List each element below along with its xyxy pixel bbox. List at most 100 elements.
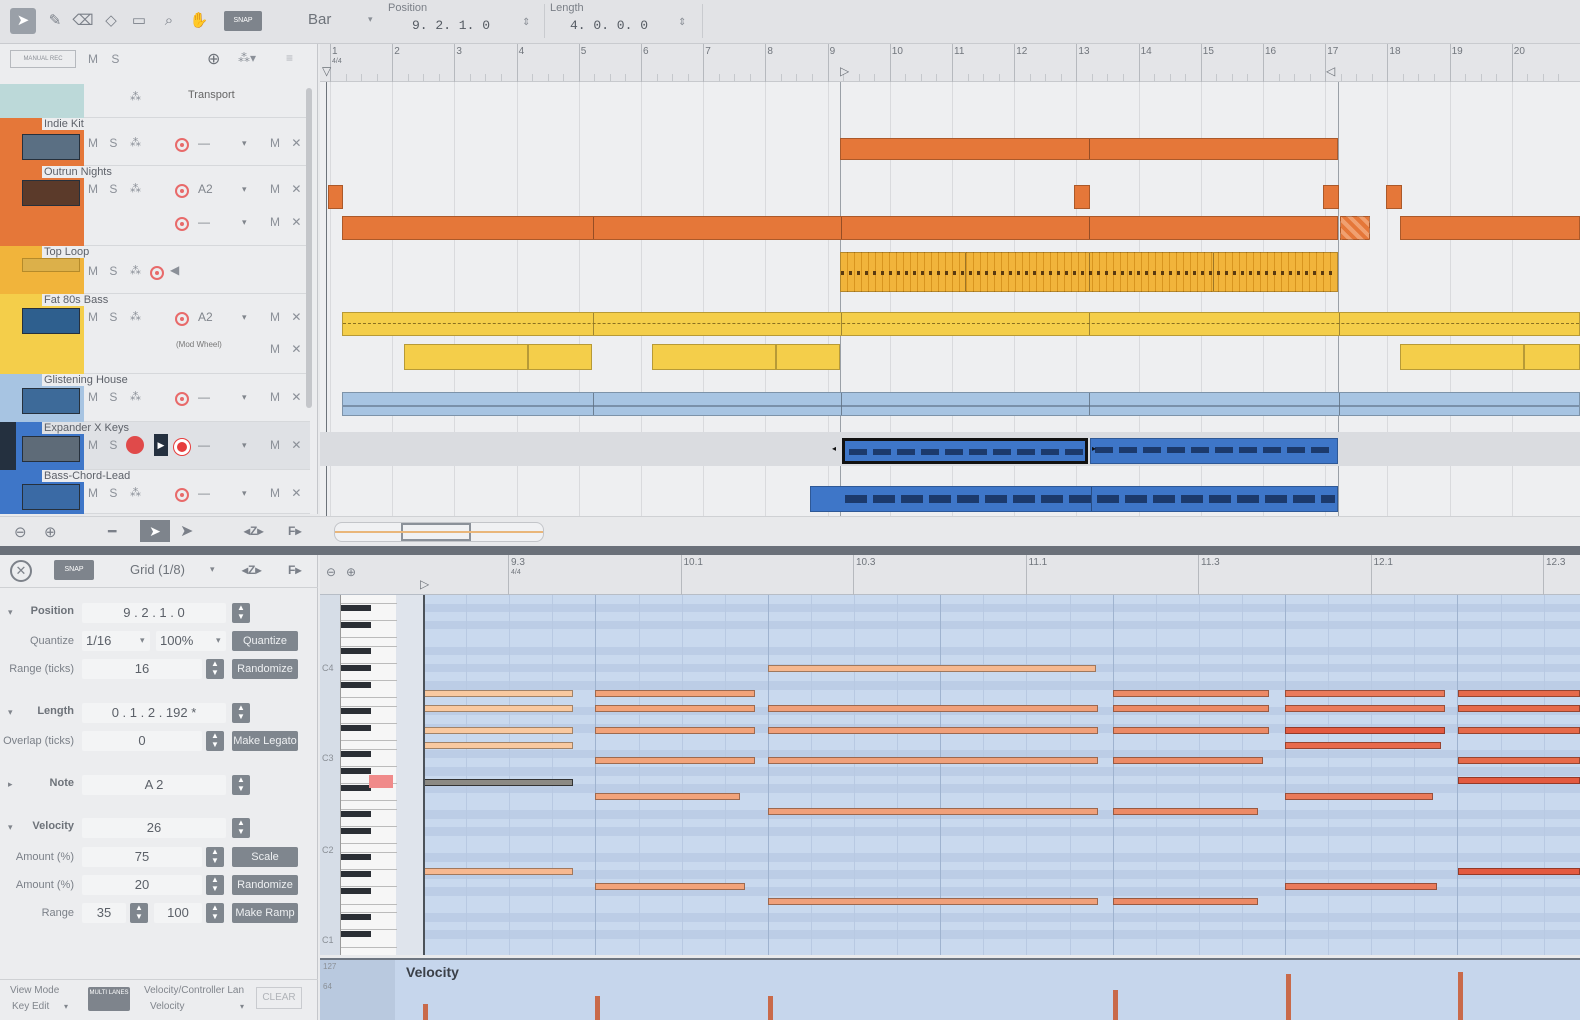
note-field[interactable]: A 2 <box>82 775 226 795</box>
close-editor-icon[interactable]: ✕ <box>10 560 32 582</box>
midi-note[interactable] <box>423 727 573 734</box>
collapse-icon[interactable]: ▾ <box>8 822 13 833</box>
white-key[interactable] <box>341 948 397 955</box>
zoom-out-icon[interactable]: ⊖ <box>14 523 27 541</box>
track-height-medium-icon[interactable]: ➤ <box>140 520 170 542</box>
record-arm-icon[interactable] <box>175 184 189 198</box>
black-key[interactable] <box>341 914 371 921</box>
midi-note[interactable] <box>768 705 1098 712</box>
loop-end-icon[interactable]: ◁ <box>1326 64 1335 78</box>
velocity-stepper[interactable]: ▲ ▼ <box>232 818 250 838</box>
panel-divider[interactable] <box>0 546 1580 555</box>
black-key[interactable] <box>341 621 371 628</box>
white-key[interactable] <box>341 905 397 914</box>
piano-roll[interactable]: 9.3 10.1 10.3 11.1 11.3 12.1 12.3 4/4 ⊖ ⊕ ▷ C4 … <box>320 555 1580 955</box>
chevron-down-icon[interactable]: ▾ <box>368 14 373 25</box>
midi-note[interactable] <box>768 665 1096 672</box>
mute-close[interactable]: M ✕ <box>270 310 305 324</box>
clip-top-loop[interactable] <box>840 252 1338 292</box>
white-key[interactable] <box>341 741 397 750</box>
amount-random-field[interactable]: 20 <box>82 875 202 895</box>
collapse-icon[interactable]: ▾ <box>8 607 13 618</box>
clip-mod-wheel[interactable] <box>652 344 776 370</box>
clip-expander-selected[interactable] <box>842 438 1088 464</box>
chevron-down-icon[interactable]: ▾ <box>242 138 247 149</box>
amount-scale-stepper[interactable]: ▲ ▼ <box>206 847 224 867</box>
input-select[interactable]: — <box>198 438 210 452</box>
velocity-bar[interactable] <box>423 1004 428 1020</box>
record-arm-icon[interactable] <box>150 266 164 280</box>
white-key[interactable] <box>341 595 397 604</box>
chevron-down-icon[interactable]: ▾ <box>216 635 221 646</box>
piano-ruler[interactable]: 9.3 10.1 10.3 11.1 11.3 12.1 12.3 4/4 <box>320 555 1580 595</box>
zoom-fit-icon[interactable]: ◂Z▸ <box>244 524 263 538</box>
automation-icon[interactable]: ⁂ <box>130 390 141 403</box>
midi-note[interactable] <box>768 757 1098 764</box>
input-select[interactable]: A2 <box>198 310 213 324</box>
chevron-down-icon[interactable]: ▾ <box>242 488 247 499</box>
midi-note[interactable] <box>1113 727 1269 734</box>
record-arm-icon[interactable] <box>174 439 190 455</box>
midi-note[interactable] <box>1458 690 1580 697</box>
black-key[interactable] <box>341 871 371 878</box>
midi-note[interactable] <box>1458 868 1580 875</box>
automation-icon[interactable]: ⁂ <box>130 182 141 195</box>
mute-close[interactable]: M ✕ <box>270 182 305 196</box>
black-key[interactable] <box>341 931 371 938</box>
track-height-large-icon[interactable]: ➤ <box>180 521 193 541</box>
chevron-down-icon[interactable]: ▾ <box>140 635 145 646</box>
midi-note[interactable] <box>768 898 1098 905</box>
midi-note[interactable] <box>1113 808 1258 815</box>
mute-solo[interactable]: M S <box>88 438 121 452</box>
track-scrollbar[interactable] <box>306 88 312 408</box>
midi-note[interactable] <box>595 883 745 890</box>
add-track-icon[interactable]: ⊕ <box>207 49 220 69</box>
chevron-down-icon[interactable]: ▾ <box>64 1002 68 1011</box>
midi-note[interactable] <box>595 690 755 697</box>
input-select[interactable]: — <box>198 390 210 404</box>
play-icon[interactable]: ▶ <box>154 434 168 456</box>
midi-note[interactable] <box>595 793 740 800</box>
white-key[interactable] <box>341 612 397 621</box>
black-key[interactable] <box>341 750 371 757</box>
black-key[interactable] <box>341 647 371 654</box>
view-mode-select[interactable]: Key Edit <box>12 1001 49 1012</box>
range-max-field[interactable]: 100 <box>154 903 202 923</box>
white-key[interactable] <box>341 879 397 888</box>
selected-midi-note[interactable] <box>423 779 573 786</box>
velocity-bar[interactable] <box>1286 974 1291 1020</box>
arrow-icon[interactable]: ➤ <box>10 8 36 34</box>
clip-outrun-fade[interactable] <box>1340 216 1370 240</box>
position-stepper[interactable]: ▲ ▼ <box>232 603 250 623</box>
range-max-stepper[interactable]: ▲ ▼ <box>206 903 224 923</box>
chevron-down-icon[interactable]: ▾ <box>242 312 247 323</box>
manual-rec-button[interactable]: MANUAL REC <box>10 50 76 68</box>
white-key[interactable] <box>341 862 397 871</box>
make-ramp-button[interactable]: Make Ramp <box>232 903 298 923</box>
black-key[interactable] <box>341 811 371 817</box>
white-key[interactable] <box>341 801 397 810</box>
clip-expander[interactable] <box>1090 438 1338 464</box>
midi-note[interactable] <box>1285 883 1437 890</box>
clip-mod-wheel[interactable] <box>404 344 528 370</box>
midi-note[interactable] <box>1113 705 1269 712</box>
clip-resize-handle-icon[interactable]: ◂ <box>832 444 836 453</box>
velocity-bar[interactable] <box>1113 990 1118 1020</box>
velocity-field[interactable]: 26 <box>82 818 226 838</box>
mute-close[interactable]: M ✕ <box>270 486 305 500</box>
mute-close[interactable]: M ✕ <box>270 136 305 150</box>
white-key[interactable] <box>341 698 397 707</box>
automation-icon[interactable]: ⁂ <box>130 486 141 499</box>
track-expander-x-keys[interactable]: Expander X Keys M S ▶ — ▾ M ✕ <box>0 422 310 470</box>
range-ticks-field[interactable]: 16 <box>82 659 202 679</box>
clip-indie-kit[interactable] <box>840 138 1338 160</box>
white-key[interactable] <box>341 638 397 647</box>
arrange-view[interactable]: 1 2 3 4 5 6 7 8 9 10 11 12 13 14 15 16 17 18 19 20 4/4 ▷ ◁ ▽ <box>320 44 1580 516</box>
clip-fat-80s-bass[interactable] <box>342 312 1580 336</box>
piano-keyboard[interactable] <box>340 595 397 955</box>
automation-icon[interactable]: ⁂▾ <box>238 51 256 65</box>
record-arm-icon[interactable] <box>175 488 189 502</box>
white-key[interactable] <box>341 629 397 638</box>
range-stepper[interactable]: ▲ ▼ <box>206 659 224 679</box>
black-key[interactable] <box>341 888 371 895</box>
